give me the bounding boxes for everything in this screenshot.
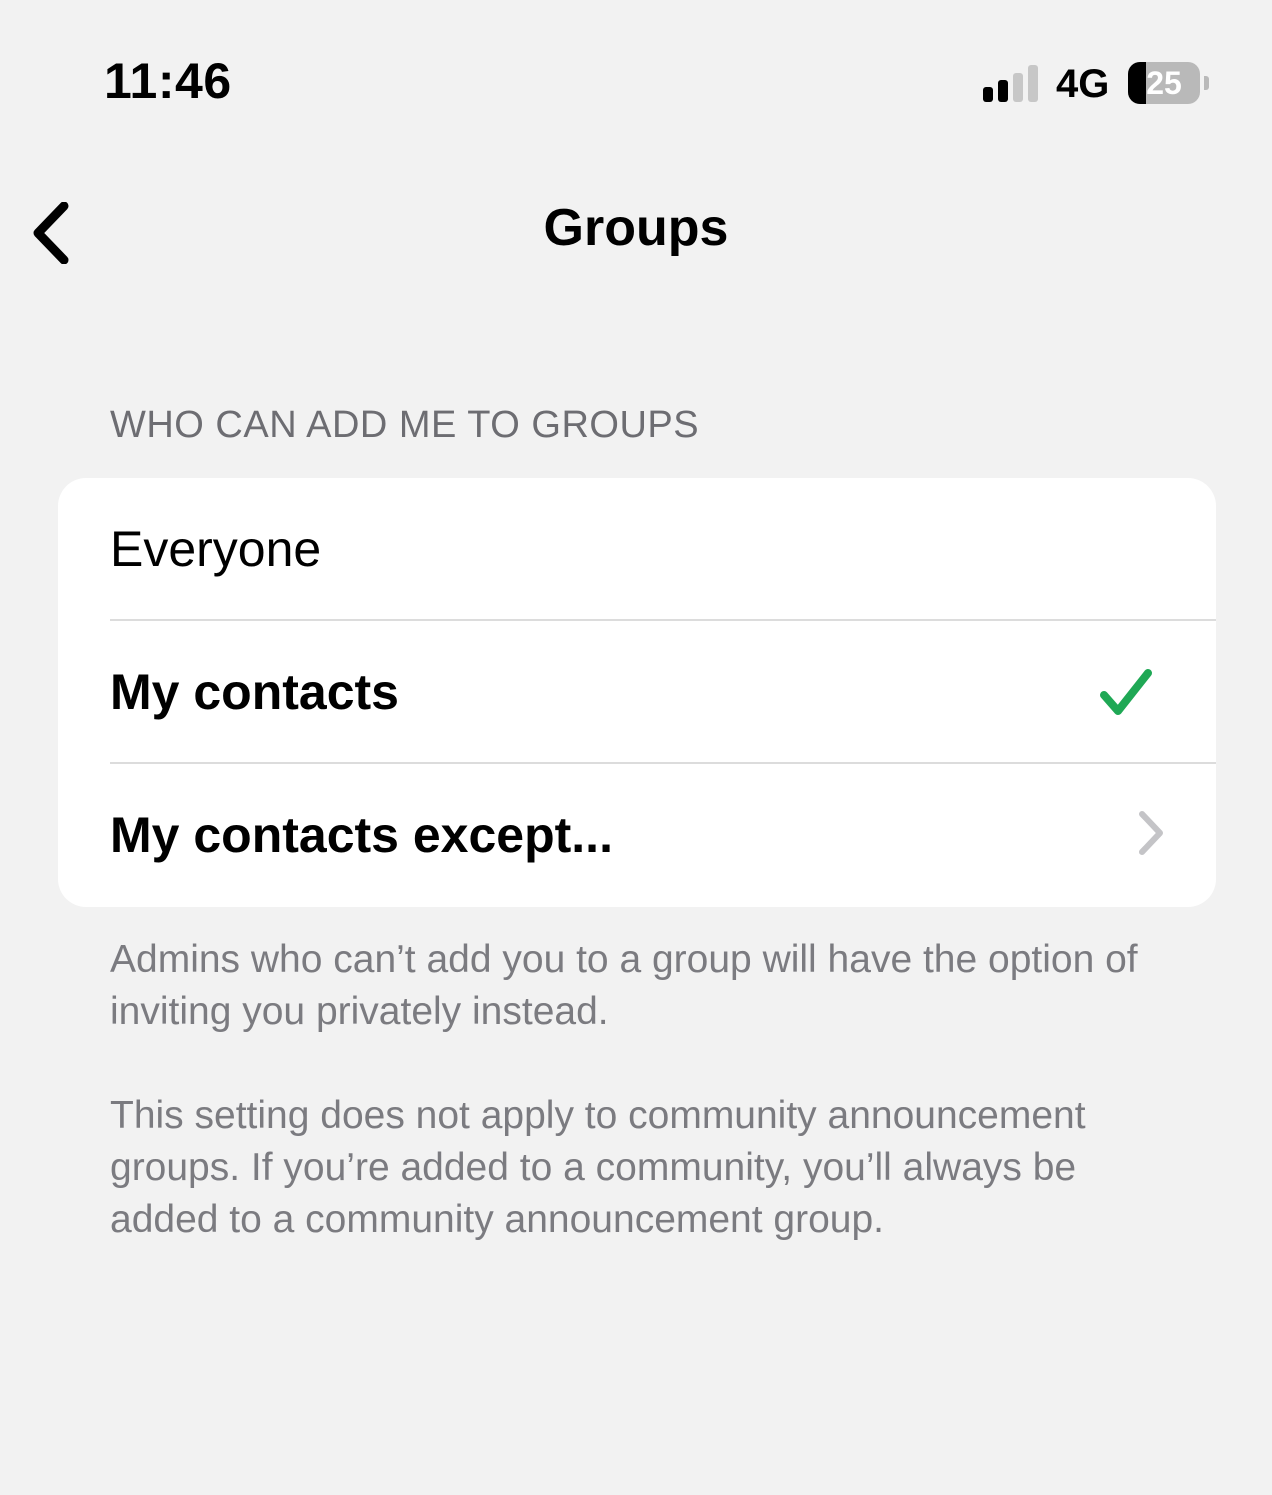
status-bar: 11:46 4G 25 — [0, 0, 1272, 160]
option-label: Everyone — [110, 521, 322, 577]
page-title: Groups — [543, 199, 729, 257]
footer-note-invite: Admins who can’t add you to a group will… — [110, 938, 1138, 1033]
cellular-signal-icon — [983, 65, 1038, 102]
option-everyone[interactable]: Everyone — [58, 478, 1216, 621]
checkmark-icon — [1100, 669, 1152, 715]
battery-level: 25 — [1146, 65, 1182, 101]
status-time: 11:46 — [104, 53, 232, 109]
network-type-label: 4G — [1056, 62, 1110, 106]
option-my-contacts-except[interactable]: My contacts except... — [58, 764, 1216, 907]
battery-icon: 25 — [1128, 62, 1210, 106]
options-list: Everyone My contacts My contacts except.… — [58, 478, 1216, 907]
navigation-bar: Groups — [0, 180, 1272, 280]
footer-note-community: This setting does not apply to community… — [110, 1094, 1086, 1241]
section-header: WHO CAN ADD ME TO GROUPS — [110, 404, 700, 446]
option-label: My contacts except... — [110, 807, 613, 863]
chevron-right-icon — [1139, 811, 1163, 855]
option-my-contacts[interactable]: My contacts — [58, 621, 1216, 764]
option-label: My contacts — [110, 664, 399, 720]
